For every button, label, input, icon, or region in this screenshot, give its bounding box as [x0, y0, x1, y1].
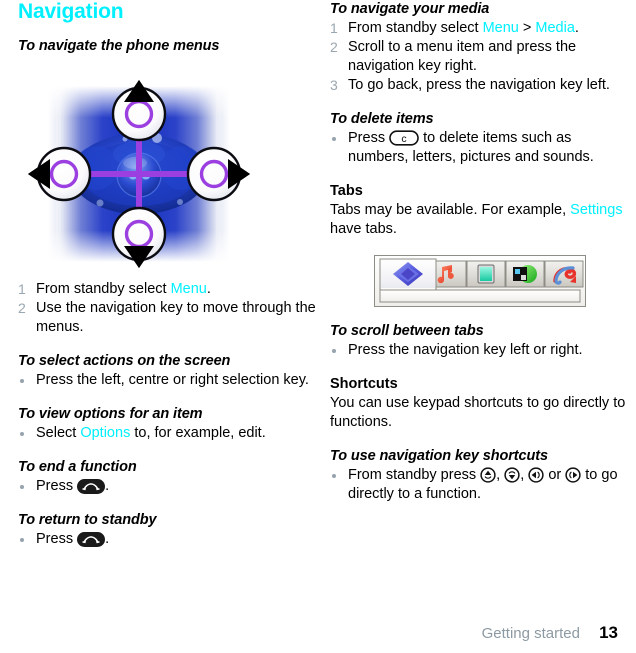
path-separator: >	[518, 20, 536, 36]
bullet-text-pre: From standby press	[348, 467, 481, 483]
tabs-body-pre: Tabs may be available. For example,	[330, 202, 571, 218]
steps-navigate-media: 1 From standby select Menu > Media. 2 Scro…	[330, 19, 630, 95]
list-item: Press c to delete items such as numbers,…	[330, 129, 630, 167]
end-call-key-icon	[77, 532, 106, 547]
ui-reference-options: Options	[80, 425, 131, 441]
steps-navigate-phone-menus: 1 From standby select Menu. 2 Use the navi…	[18, 280, 318, 337]
list-item: Press .	[18, 477, 318, 496]
step-number: 1	[18, 281, 26, 297]
nav-left-callout	[28, 146, 92, 202]
list-item: Select Options to, for example, edit.	[18, 424, 318, 443]
list-item: Press the navigation key left or right.	[330, 341, 630, 360]
navigation-key-illustration	[20, 68, 258, 280]
procedure-title-return-standby: To return to standby	[18, 512, 157, 528]
page-number: 13	[599, 623, 618, 642]
bullet-text: Press the navigation key left or right.	[348, 342, 583, 358]
navigation-key-image	[28, 80, 250, 268]
ui-reference-media: Media	[535, 20, 575, 36]
step-item: 2 Use the navigation key to move through …	[18, 299, 318, 337]
bullet-text-pre: Select	[36, 425, 81, 441]
tab-other	[544, 260, 584, 288]
left-column: Navigation To navigate the phone menus 1…	[18, 0, 318, 549]
section-body-shortcuts: You can use keypad shortcuts to go direc…	[330, 395, 626, 430]
breadcrumb: Getting started	[481, 625, 580, 642]
nav-right-key-icon	[565, 467, 581, 483]
bullet-text-pre: Press	[36, 478, 78, 494]
bullets-return-standby: Press .	[18, 530, 318, 549]
list-item: Press .	[18, 530, 318, 549]
step-item: 1 From standby select Menu > Media.	[330, 19, 630, 38]
bullet-text-post: .	[105, 478, 110, 494]
bullets-delete-items: Press c to delete items such as numbers,…	[330, 129, 630, 167]
procedure-title-end-function: To end a function	[18, 459, 137, 475]
page-title: Navigation	[18, 0, 124, 23]
ui-reference-menu: Menu	[170, 281, 207, 297]
clear-key-icon: c	[389, 130, 419, 146]
step-number: 2	[330, 39, 338, 55]
step-item: 3 To go back, press the navigation key le…	[330, 76, 630, 95]
bullets-end-function: Press .	[18, 477, 318, 496]
tab-home	[379, 258, 437, 292]
nav-right-callout	[186, 146, 250, 202]
procedure-title-scroll-between-tabs: To scroll between tabs	[330, 323, 484, 339]
step-number: 1	[330, 20, 338, 36]
step-text-post: .	[206, 281, 211, 297]
procedure-title-select-actions: To select actions on the screen	[18, 353, 231, 369]
right-column: To navigate your media 1 From standby sel…	[330, 0, 630, 504]
tabs-illustration	[374, 255, 586, 307]
step-text-pre: From standby select	[348, 20, 483, 36]
section-body-tabs: Tabs may be available. For example, Sett…	[330, 201, 630, 239]
bullets-scroll-between-tabs: Press the navigation key left or right.	[330, 341, 630, 360]
picture-icon	[477, 264, 495, 284]
tabs-illustration-image	[374, 255, 586, 307]
svg-text:c: c	[401, 133, 406, 145]
ui-reference-menu: Menu	[482, 20, 519, 36]
bullets-select-actions: Press the left, centre or right selectio…	[18, 371, 318, 390]
bullets-view-options: Select Options to, for example, edit.	[18, 424, 318, 443]
step-item: 1 From standby select Menu.	[18, 280, 318, 299]
nav-up-key-icon	[480, 467, 496, 483]
tabs-body-post: have tabs.	[330, 221, 397, 237]
bullet-text-post: to, for example, edit.	[130, 425, 266, 441]
step-number: 3	[330, 77, 338, 93]
step-item: 2 Scroll to a menu item and press the nav…	[330, 38, 630, 76]
manual-page: Navigation To navigate the phone menus 1…	[0, 0, 636, 653]
step-text-pre: Use the navigation key to move through t…	[36, 300, 316, 335]
procedure-title-view-options: To view options for an item	[18, 406, 203, 422]
tab-video	[505, 260, 545, 288]
bullet-text-pre: Press	[348, 130, 390, 146]
ui-reference-settings: Settings	[570, 202, 623, 218]
end-call-key-icon	[77, 479, 106, 494]
nav-left-key-icon	[528, 467, 544, 483]
procedure-title-navigation-key-shortcuts: To use navigation key shortcuts	[330, 448, 548, 464]
nav-down-key-icon	[504, 467, 520, 483]
procedure-title-navigate-phone-menus: To navigate the phone menus	[18, 38, 220, 54]
list-item: From standby press , , or to go directly…	[330, 466, 630, 504]
procedure-title-navigate-media: To navigate your media	[330, 1, 490, 17]
bullet-text: Press the left, centre or right selectio…	[36, 372, 309, 388]
bullet-text-post: .	[105, 531, 110, 547]
tab-pictures	[466, 260, 506, 288]
section-title-tabs: Tabs	[330, 183, 363, 199]
section-title-shortcuts: Shortcuts	[330, 376, 398, 392]
step-text-post: .	[574, 20, 579, 36]
key-sep: ,	[496, 467, 505, 483]
step-text-pre: Scroll to a menu item and press the navi…	[348, 39, 577, 74]
video-icon	[513, 265, 537, 283]
step-text-pre: From standby select	[36, 281, 171, 297]
step-number: 2	[18, 300, 26, 316]
page-footer: Getting started 13	[0, 623, 618, 643]
key-sep: or	[544, 467, 566, 483]
step-text-pre: To go back, press the navigation key lef…	[348, 77, 610, 93]
procedure-title-delete-items: To delete items	[330, 111, 434, 127]
list-item: Press the left, centre or right selectio…	[18, 371, 318, 390]
key-sep: ,	[520, 467, 529, 483]
bullet-text-pre: Press	[36, 531, 78, 547]
bullets-navigation-key-shortcuts: From standby press , , or to go directly…	[330, 466, 630, 504]
